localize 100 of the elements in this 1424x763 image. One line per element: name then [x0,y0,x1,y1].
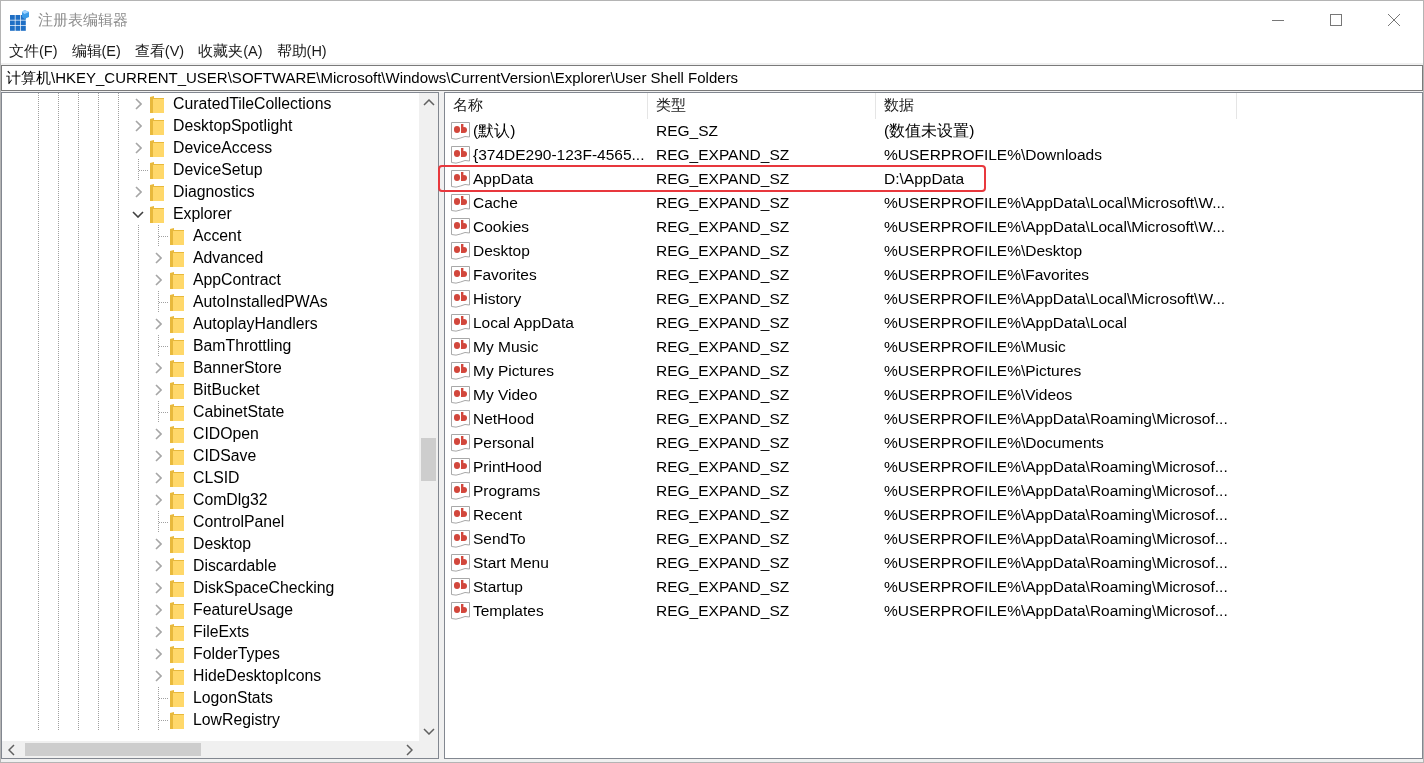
value-data: %USERPROFILE%\AppData\Roaming\Microsof... [884,601,1228,621]
value-type: REG_EXPAND_SZ [656,505,790,525]
value-name[interactable]: Cookies [473,217,529,237]
tree-item[interactable]: CLSID [193,468,240,488]
value-name[interactable]: (默认) [473,121,516,141]
chevron-right-icon[interactable] [154,384,162,396]
menu-item[interactable]: 编辑(E) [64,40,128,62]
folder-icon [170,645,184,663]
tree-item[interactable]: DesktopSpotlight [173,116,293,136]
value-name[interactable]: Favorites [473,265,537,285]
chevron-right-icon[interactable] [154,670,162,682]
tree-item[interactable]: LogonStats [193,688,273,708]
value-name[interactable]: Templates [473,601,544,621]
tree-item[interactable]: BannerStore [193,358,282,378]
tree-item[interactable]: DeviceSetup [173,160,263,180]
tree-item[interactable]: Explorer [173,204,232,224]
menu-item[interactable]: 收藏夹(A) [191,40,270,62]
column-header[interactable]: 类型 [648,93,876,119]
tree-item[interactable]: AutoplayHandlers [193,314,318,334]
tree-item[interactable]: Advanced [193,248,264,268]
value-name[interactable]: Desktop [473,241,530,261]
value-name[interactable]: PrintHood [473,457,542,477]
tree-item[interactable]: HideDesktopIcons [193,666,322,686]
tree-item[interactable]: FileExts [193,622,250,642]
menu-item[interactable]: 查看(V) [127,40,192,62]
chevron-right-icon[interactable] [134,98,142,110]
value-name[interactable]: Programs [473,481,541,501]
chevron-right-icon[interactable] [134,186,142,198]
chevron-right-icon[interactable] [154,648,162,660]
chevron-right-icon[interactable] [154,582,162,594]
tree-item[interactable]: CabinetState [193,402,285,422]
chevron-right-icon[interactable] [154,274,162,286]
tree-item[interactable]: Desktop [193,534,251,554]
column-header[interactable]: 数据 [876,93,1237,119]
menu-item[interactable]: 帮助(H) [269,40,334,62]
value-name[interactable]: Start Menu [473,553,549,573]
tree-item[interactable]: Discardable [193,556,277,576]
value-type: REG_EXPAND_SZ [656,169,790,189]
tree-item[interactable]: ComDlg32 [193,490,268,510]
folder-icon [150,183,164,201]
value-name[interactable]: History [473,289,522,309]
chevron-right-icon[interactable] [154,472,162,484]
tree-item[interactable]: BitBucket [193,380,260,400]
tree-item[interactable]: DeviceAccess [173,138,273,158]
folder-icon [150,161,164,179]
value-name[interactable]: SendTo [473,529,526,549]
value-data: %USERPROFILE%\Pictures [884,361,1082,381]
tree-item[interactable]: Diagnostics [173,182,255,202]
folder-icon [150,139,164,157]
column-header[interactable]: 名称 [445,93,648,119]
chevron-right-icon[interactable] [154,538,162,550]
value-name[interactable]: Cache [473,193,518,213]
value-name[interactable]: Local AppData [473,313,574,333]
tree-item[interactable]: LowRegistry [193,710,280,730]
value-name[interactable]: Startup [473,577,523,597]
chevron-right-icon[interactable] [154,604,162,616]
tree-item[interactable]: CuratedTileCollections [173,94,332,114]
value-data: %USERPROFILE%\AppData\Local\Microsoft\W... [884,193,1226,213]
string-value-icon [451,314,470,332]
chevron-right-icon[interactable] [154,494,162,506]
scrollbar-thumb[interactable] [25,743,201,756]
value-data: (数值未设置) [884,121,975,141]
value-data: %USERPROFILE%\AppData\Roaming\Microsof... [884,529,1228,549]
string-value-icon [451,386,470,404]
chevron-right-icon[interactable] [134,120,142,132]
chevron-right-icon[interactable] [154,428,162,440]
tree-item[interactable]: AppContract [193,270,281,290]
tree-item[interactable]: DiskSpaceChecking [193,578,335,598]
tree-item[interactable]: BamThrottling [193,336,292,356]
string-value-icon [451,434,470,452]
tree-item[interactable]: FeatureUsage [193,600,294,620]
tree-item[interactable]: FolderTypes [193,644,280,664]
tree-item[interactable]: CIDSave [193,446,257,466]
tree-item[interactable]: ControlPanel [193,512,285,532]
value-name[interactable]: Personal [473,433,535,453]
value-name[interactable]: My Music [473,337,539,357]
tree-item[interactable]: AutoInstalledPWAs [193,292,328,312]
value-name[interactable]: {374DE290-123F-4565... [473,145,645,165]
chevron-right-icon[interactable] [134,142,142,154]
chevron-down-icon[interactable] [132,210,144,218]
tree-item[interactable]: Accent [193,226,242,246]
tree-item[interactable]: CIDOpen [193,424,259,444]
chevron-right-icon[interactable] [154,626,162,638]
value-name[interactable]: Recent [473,505,523,525]
address-field[interactable]: 计算机\HKEY_CURRENT_USER\SOFTWARE\Microsoft\Windows\CurrentVersion\Explorer\User Shell Folders [1,65,1423,91]
value-name[interactable]: NetHood [473,409,535,429]
scrollbar-thumb[interactable] [421,438,436,482]
value-name[interactable]: My Pictures [473,361,554,381]
chevron-right-icon[interactable] [154,318,162,330]
folder-icon [170,601,184,619]
chevron-right-icon[interactable] [154,560,162,572]
value-name[interactable]: AppData [473,169,534,189]
menu-item[interactable]: 文件(F) [2,40,65,62]
value-type: REG_SZ [656,121,718,141]
chevron-right-icon[interactable] [154,450,162,462]
chevron-right-icon[interactable] [154,252,162,264]
chevron-right-icon[interactable] [154,362,162,374]
value-type: REG_EXPAND_SZ [656,385,790,405]
value-data: %USERPROFILE%\AppData\Local [884,313,1127,333]
value-name[interactable]: My Video [473,385,538,405]
